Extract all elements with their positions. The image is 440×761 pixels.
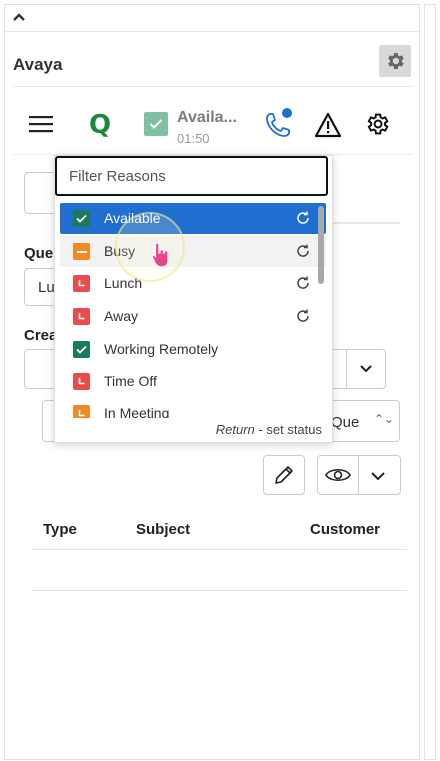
create-label: Crea: [24, 327, 58, 344]
create-dropdown-button[interactable]: [346, 349, 386, 389]
chevron-down-icon: [360, 365, 372, 373]
chevron-down-icon[interactable]: [370, 468, 386, 484]
status-timer: 01:50: [177, 131, 210, 146]
agent-toolbar: Q Availa... 01:50: [13, 96, 413, 152]
reason-label: Away: [104, 308, 138, 324]
eye-icon[interactable]: [325, 465, 351, 485]
warning-icon[interactable]: [314, 112, 342, 138]
reason-item-busy[interactable]: Busy: [60, 236, 326, 267]
column-header-subject[interactable]: Subject: [136, 521, 190, 538]
hint-key: Return: [215, 422, 255, 437]
q-logo[interactable]: Q: [89, 110, 111, 140]
divider: [5, 31, 419, 32]
divider: [358, 456, 359, 494]
refresh-icon: [297, 211, 309, 224]
reason-label: Working Remotely: [104, 341, 219, 357]
check-icon: [73, 341, 90, 358]
column-header-type[interactable]: Type: [43, 521, 77, 538]
column-header-customer[interactable]: Customer: [310, 521, 380, 538]
reason-item-in-meeting[interactable]: In Meeting: [60, 398, 326, 418]
dash-icon: [73, 243, 90, 260]
edit-button[interactable]: [263, 455, 305, 495]
status-indicator[interactable]: [144, 112, 168, 136]
filter-reasons-input[interactable]: [55, 156, 328, 196]
queue-select-value: Que: [331, 414, 360, 431]
queue-input-value: Lu: [38, 279, 55, 296]
clock-icon: [73, 405, 90, 418]
status-name[interactable]: Availa...: [177, 109, 237, 127]
app-title: Avaya: [13, 55, 63, 74]
pencil-icon: [275, 466, 293, 484]
clock-icon: [73, 275, 90, 292]
reason-item-time-off[interactable]: Time Off: [60, 366, 326, 397]
hint-text: - set status: [258, 422, 322, 437]
divider: [330, 222, 400, 224]
refresh-icon: [297, 309, 309, 322]
reason-item-away[interactable]: Away: [60, 301, 326, 332]
reason-item-lunch[interactable]: Lunch: [60, 268, 326, 299]
status-reason-dropdown: Available Busy Lunch Away Working Remote…: [54, 155, 333, 443]
collapse-button[interactable]: [10, 8, 28, 26]
reason-item-available[interactable]: Available: [60, 203, 326, 234]
check-icon: [149, 119, 163, 129]
reason-label: Time Off: [104, 373, 157, 389]
app-settings-button[interactable]: [379, 45, 411, 77]
gear-icon: [388, 53, 404, 69]
chevron-up-icon: [13, 13, 25, 21]
table-header: Type Subject Customer: [32, 510, 407, 550]
hand-cursor-icon: [151, 242, 169, 268]
scroll-track[interactable]: [424, 4, 436, 760]
clock-icon: [73, 308, 90, 325]
queue-label: Que: [24, 245, 54, 262]
divider: [13, 86, 413, 87]
settings-icon[interactable]: [364, 111, 390, 137]
select-arrows-icon: ⌃⌄: [374, 412, 395, 426]
notification-dot: [282, 108, 292, 118]
dropdown-scrollbar[interactable]: [318, 206, 324, 284]
hamburger-menu-icon[interactable]: [29, 114, 53, 134]
reason-label: In Meeting: [104, 405, 170, 418]
view-button-group[interactable]: [317, 455, 401, 495]
refresh-icon: [297, 244, 309, 257]
reason-item-working-remotely[interactable]: Working Remotely: [60, 334, 326, 365]
keyboard-hint: Return - set status: [55, 418, 332, 442]
divider: [32, 590, 407, 591]
refresh-icon: [297, 276, 309, 289]
clock-icon: [73, 373, 90, 390]
check-icon: [73, 210, 90, 227]
